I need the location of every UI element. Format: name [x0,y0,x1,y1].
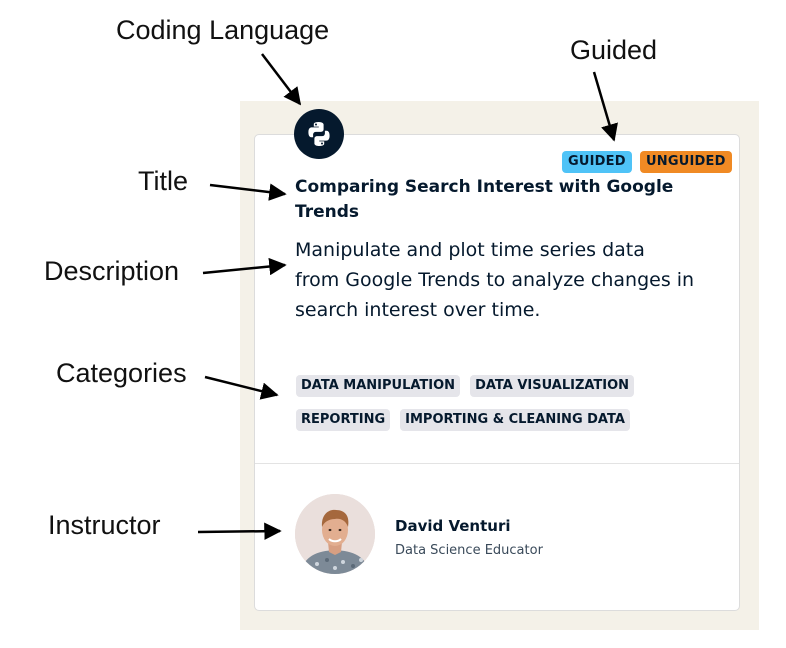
arrow-coding-language [261,53,302,106]
arrow-categories [204,375,279,400]
annotation-arrows [197,53,618,540]
arrow-instructor [197,522,282,540]
arrow-guided [592,71,618,142]
arrow-title [209,183,287,201]
arrow-description [202,257,287,276]
